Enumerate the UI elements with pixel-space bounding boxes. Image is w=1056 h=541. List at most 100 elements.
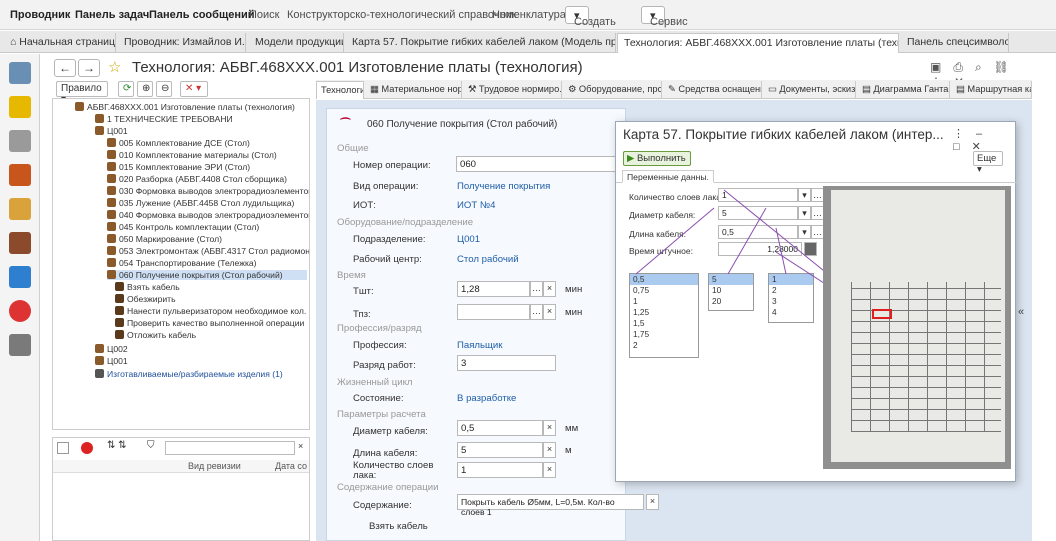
clear-button[interactable]: × bbox=[646, 494, 659, 510]
delete-icon[interactable] bbox=[81, 442, 93, 454]
tree-item[interactable]: Нанести пульверизатором необходимое кол. bbox=[115, 306, 306, 316]
tree-item[interactable]: Отложить кабель bbox=[115, 330, 196, 340]
grade-field[interactable]: 3 bbox=[457, 355, 556, 371]
cubes-icon[interactable] bbox=[9, 96, 31, 118]
length-label: Длина кабеля: bbox=[353, 448, 418, 459]
create-button[interactable]: Создать ▾ bbox=[565, 6, 616, 28]
profession-value[interactable]: Паяльщик bbox=[457, 340, 502, 351]
property-tabs: Технология ▦ Материальное нор. ⚒ Трудово… bbox=[316, 80, 1032, 99]
clear-button[interactable]: × bbox=[543, 420, 556, 436]
tree-item[interactable]: 054 Транспортирование (Тележка) bbox=[107, 258, 257, 268]
menu-explorer[interactable]: Проводник bbox=[10, 9, 70, 21]
rule-button[interactable]: Правило ▾ bbox=[56, 81, 108, 105]
reference-card-image bbox=[823, 186, 1011, 469]
operation-icon bbox=[107, 186, 116, 195]
select-button[interactable]: … bbox=[530, 281, 543, 297]
tree-item[interactable]: АБВГ.468XXX.001 Изготовление платы (техн… bbox=[75, 102, 295, 112]
tree-item[interactable]: 030 Формовка выводов электрорадиоэлемент… bbox=[107, 186, 309, 196]
op-number-field[interactable]: 060 bbox=[456, 156, 621, 172]
tab-equipment[interactable]: ⚙ Оборудование, про. bbox=[564, 81, 662, 99]
menu-messages[interactable]: Панель сообщений bbox=[149, 9, 255, 21]
tree-item[interactable]: 020 Разборка (АБВГ.4408 Стол сборщика) bbox=[107, 174, 287, 184]
clear-icon[interactable]: × bbox=[298, 441, 303, 451]
tree-item[interactable]: 045 Контроль комплектации (Стол) bbox=[107, 222, 259, 232]
service-button[interactable]: Сервис ▾ bbox=[641, 6, 688, 28]
tree-item[interactable]: 053 Электромонтаж (АБВГ.4317 Стол радиом… bbox=[107, 246, 309, 256]
workcenter-value[interactable]: Стол рабочий bbox=[457, 254, 519, 265]
tree-item[interactable]: 1 ТЕХНИЧЕСКИЕ ТРЕБОВАНИ bbox=[95, 114, 233, 124]
tree-item[interactable]: Ц001 bbox=[95, 356, 128, 366]
tpz-field[interactable] bbox=[457, 304, 530, 320]
op-type-value[interactable]: Получение покрытия bbox=[457, 181, 550, 192]
menu-search[interactable]: Поиск bbox=[249, 9, 279, 21]
tab-labor[interactable]: ⚒ Трудовое нормиро. bbox=[464, 81, 562, 99]
tree-item[interactable]: Обезжирить bbox=[115, 294, 176, 304]
tsh-field[interactable]: 1,28 bbox=[457, 281, 530, 297]
sort-icon[interactable]: ⇅ ⇅ bbox=[107, 440, 127, 451]
tab-models[interactable]: Модели продукции× bbox=[249, 33, 344, 53]
document-icon[interactable] bbox=[9, 198, 31, 220]
connector-line bbox=[775, 227, 787, 275]
clear-button[interactable]: × bbox=[543, 304, 556, 320]
content-field[interactable]: Покрыть кабель Ø5мм, L=0,5м. Кол-во слое… bbox=[457, 494, 644, 517]
tab-route[interactable]: ▤ Маршрутная карта bbox=[952, 81, 1032, 99]
tree-item[interactable]: 010 Комплектование материалы (Стол) bbox=[107, 150, 277, 160]
gears-icon[interactable] bbox=[9, 130, 31, 152]
search-input[interactable] bbox=[165, 441, 295, 455]
tab-tooling[interactable]: ✎ Средства оснащения bbox=[664, 81, 762, 99]
tree-item[interactable]: Ц001 bbox=[95, 126, 128, 136]
menu-reference[interactable]: Конструкторско-технологический справочни… bbox=[287, 9, 517, 21]
erp-icon[interactable] bbox=[9, 300, 31, 322]
diameter-field[interactable]: 0,5 bbox=[457, 420, 543, 436]
tools-dropdown[interactable]: ✕ ▾ bbox=[180, 81, 208, 97]
tab-materials[interactable]: ▦ Материальное нор. bbox=[366, 81, 462, 99]
clear-button[interactable]: × bbox=[543, 462, 556, 478]
collapse-icon[interactable]: ⊖ bbox=[156, 81, 172, 97]
operation-icon bbox=[107, 174, 116, 183]
tab-explorer[interactable]: Проводник: Измайлов И.А.× bbox=[118, 33, 246, 53]
tree-item[interactable]: 040 Формовка выводов электрорадиоэлемент… bbox=[107, 210, 309, 220]
tree-item[interactable]: 050 Маркирование (Стол) bbox=[107, 234, 222, 244]
tools-icon[interactable] bbox=[9, 334, 31, 356]
tree-item[interactable]: 015 Комплектование ЭРИ (Стол) bbox=[107, 162, 250, 172]
tab-symbols[interactable]: Панель спецсимволов× bbox=[901, 33, 1009, 53]
list-icon[interactable] bbox=[57, 442, 69, 454]
menu-tasks[interactable]: Панель задач bbox=[75, 9, 149, 21]
tree-item[interactable]: 005 Комплектование ДСЕ (Стол) bbox=[107, 138, 250, 148]
favorite-star-icon[interactable]: ☆ bbox=[108, 58, 121, 76]
expand-panel-button[interactable]: « bbox=[1018, 306, 1024, 318]
briefcase-icon[interactable] bbox=[9, 232, 31, 254]
tab-documents[interactable]: ▭ Документы, эскизы bbox=[764, 81, 856, 99]
menu-nomenclature[interactable]: Номенклатура bbox=[492, 9, 566, 21]
puzzle-icon[interactable] bbox=[9, 266, 31, 288]
layers-field[interactable]: 1 bbox=[457, 462, 543, 478]
select-button[interactable]: … bbox=[530, 304, 543, 320]
tab-technology[interactable]: Технология: АБВГ.468XXX.001 Изготовление… bbox=[617, 33, 899, 53]
tab-technology-props[interactable]: Технология bbox=[316, 81, 364, 99]
iot-value[interactable]: ИОТ №4 bbox=[457, 200, 496, 211]
tree-item[interactable]: Взять кабель bbox=[115, 282, 180, 292]
next-step-label: Взять кабель bbox=[369, 521, 428, 532]
tree-item[interactable]: Ц002 bbox=[95, 344, 128, 354]
iot-label: ИОТ: bbox=[353, 200, 376, 211]
division-value[interactable]: Ц001 bbox=[457, 234, 480, 245]
tab-card57[interactable]: Карта 57. Покрытие гибких кабелей лаком … bbox=[346, 33, 616, 53]
zoom-icon[interactable]: ⊕ bbox=[137, 81, 153, 97]
books-icon[interactable] bbox=[9, 164, 31, 186]
tree-item[interactable]: Изготавливаемые/разбираемые изделия (1) bbox=[95, 369, 283, 379]
forward-button[interactable]: → bbox=[78, 59, 100, 77]
filter-icon[interactable]: ⛉ bbox=[147, 440, 155, 451]
length-field[interactable]: 5 bbox=[457, 442, 543, 458]
tab-gantt[interactable]: ▤ Диаграмма Ганта bbox=[858, 81, 950, 99]
refresh-icon[interactable]: ⟳ bbox=[118, 81, 134, 97]
back-button[interactable]: ← bbox=[54, 59, 76, 77]
tree-item[interactable]: Проверить качество выполненной операции bbox=[115, 318, 304, 328]
tree-item[interactable]: 035 Лужение (АБВГ.4458 Стол лудильщика) bbox=[107, 198, 294, 208]
tree-item-selected[interactable]: 060 Получение покрытия (Стол рабочий) bbox=[107, 270, 307, 280]
state-value[interactable]: В разработке bbox=[457, 393, 516, 404]
clear-button[interactable]: × bbox=[543, 281, 556, 297]
desktop-icon[interactable] bbox=[9, 62, 31, 84]
home-icon: ⌂ bbox=[10, 36, 17, 48]
tab-home[interactable]: ⌂ Начальная страница bbox=[4, 33, 116, 53]
clear-button[interactable]: × bbox=[543, 442, 556, 458]
